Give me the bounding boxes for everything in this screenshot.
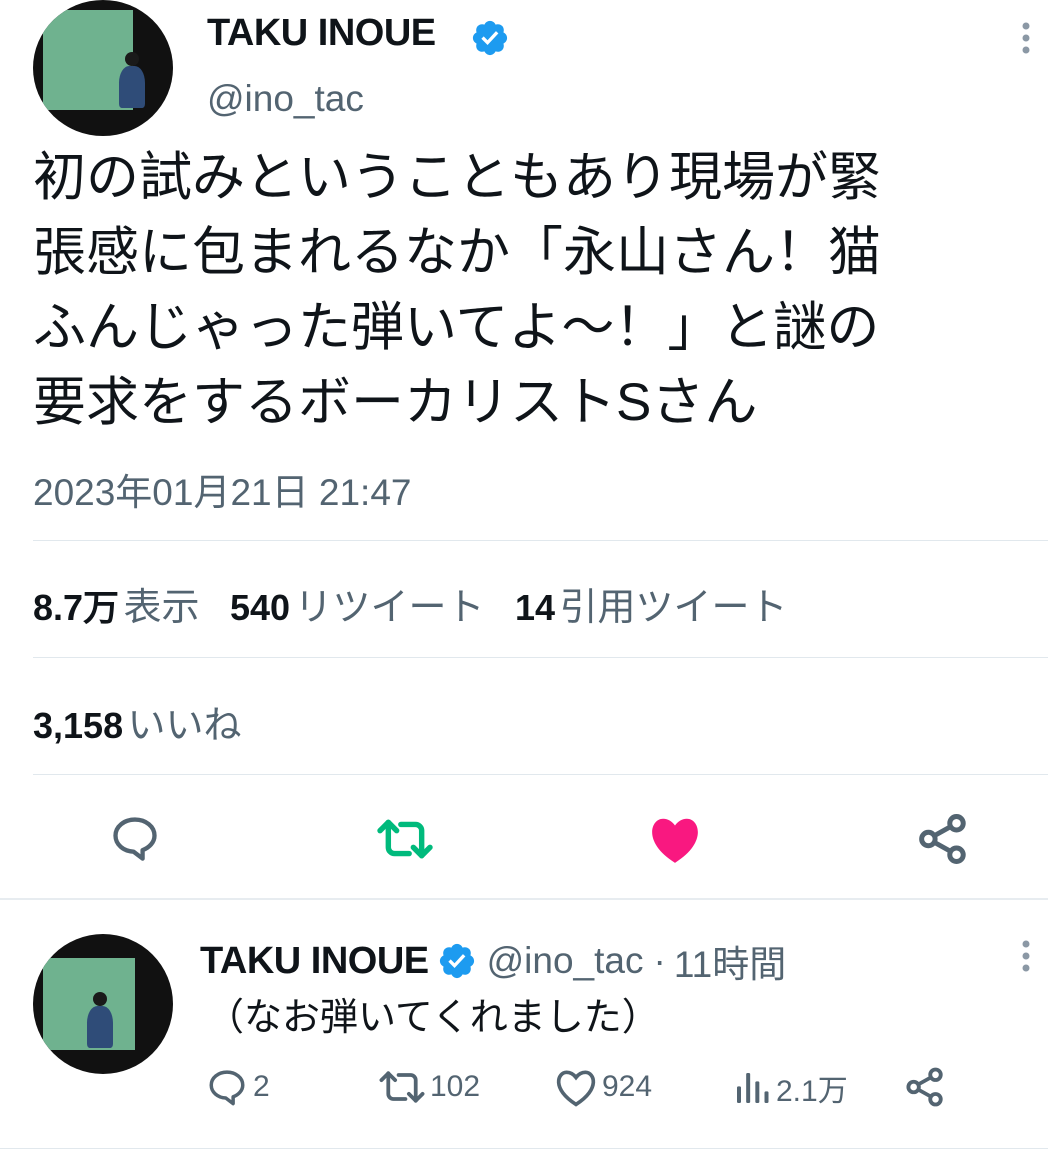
share-icon[interactable]: [904, 1066, 946, 1108]
section-divider: [0, 898, 1048, 900]
reply-header: TAKU INOUE @ino_tac · 11時間: [200, 934, 786, 988]
author-name[interactable]: TAKU INOUE: [200, 940, 429, 983]
time-ago[interactable]: 11時間: [674, 934, 786, 988]
reply-icon: [209, 1070, 245, 1106]
like-icon[interactable]: [648, 814, 702, 864]
views-stat[interactable]: 8.7万 表示: [33, 587, 204, 629]
like-icon: [556, 1070, 596, 1107]
retweet-icon[interactable]: [375, 814, 435, 864]
quotes-stat[interactable]: 14 引用ツイート: [515, 587, 788, 629]
retweet-count: 102: [430, 1070, 481, 1103]
divider: [33, 540, 1048, 541]
like-count: 924: [602, 1070, 653, 1103]
tweet-text: 初の試みということもあり現場が緊 張感に包まれるなか「永山さん！猫 ふんじゃった…: [33, 140, 1023, 440]
avatar[interactable]: [33, 0, 173, 136]
tweet-timestamp[interactable]: 2023年01月21日 21:47: [33, 462, 412, 516]
stats-row: 8.7万 表示 540 リツイート 14 引用ツイート: [33, 576, 787, 631]
more-icon[interactable]: [1018, 20, 1034, 56]
views-label: 表示: [123, 587, 200, 629]
retweet-action[interactable]: 102: [378, 1066, 480, 1108]
tweet-text-line: 初の試みということもあり現場が緊: [33, 148, 881, 207]
divider: [33, 774, 1048, 775]
views-icon: [737, 1073, 769, 1103]
tweet-text-line: ふんじゃった弾いてよ〜！」と謎の: [33, 298, 880, 357]
tweet-text-line: 張感に包まれるなか「永山さん！猫: [33, 223, 881, 282]
verified-badge-icon: [472, 20, 508, 56]
author-name[interactable]: TAKU INOUE: [207, 12, 436, 55]
views-count: 2.1万: [776, 1075, 848, 1108]
retweets-stat[interactable]: 540 リツイート: [230, 587, 489, 629]
divider: [33, 657, 1048, 658]
verified-badge-icon: [439, 943, 474, 979]
views-count: 8.7万: [33, 587, 120, 628]
reply-text: （なお弾いてくれました）: [206, 997, 660, 1039]
share-icon[interactable]: [916, 812, 970, 866]
avatar[interactable]: [33, 934, 173, 1074]
likes-count: 3,158: [33, 705, 124, 746]
reply-count: 2: [253, 1070, 270, 1103]
quotes-count: 14: [514, 587, 556, 628]
retweets-count: 540: [229, 587, 291, 628]
likes-stat[interactable]: 3,158 いいね: [33, 694, 242, 749]
more-icon[interactable]: [1018, 938, 1034, 974]
reply-icon[interactable]: [108, 812, 162, 864]
likes-label: いいね: [127, 705, 242, 747]
retweets-label: リツイート: [294, 587, 485, 629]
views-action[interactable]: 2.1万: [732, 1066, 848, 1110]
reply-action[interactable]: 2: [205, 1066, 270, 1108]
quotes-label: 引用ツイート: [559, 587, 788, 629]
separator: ·: [653, 940, 666, 981]
author-handle[interactable]: @ino_tac: [207, 78, 364, 120]
retweet-icon: [379, 1071, 425, 1103]
like-action[interactable]: 924: [554, 1066, 652, 1108]
divider: [0, 1148, 1048, 1149]
author-handle[interactable]: @ino_tac: [487, 940, 644, 982]
tweet-text-line: 要求をするボーカリストSさん: [33, 373, 758, 432]
